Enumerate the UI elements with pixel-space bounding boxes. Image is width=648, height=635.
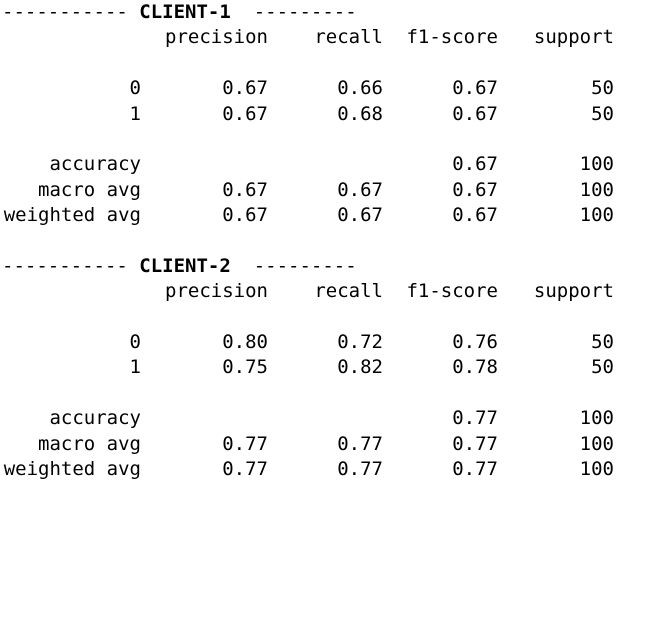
- client-1-header-row: precision recall f1-score support: [2, 25, 648, 50]
- client-2-accuracy-row: accuracy 0.77 100: [2, 406, 648, 431]
- weighted-avg-f1: 0.77: [452, 458, 498, 481]
- client-1-row-class-0: 0 0.67 0.66 0.67 50: [2, 76, 648, 101]
- row-recall: 0.72: [337, 331, 383, 354]
- row-f1: 0.76: [452, 331, 498, 354]
- macro-avg-label: macro avg: [38, 178, 141, 201]
- row-support: 50: [591, 102, 614, 125]
- client-1-accuracy-row: accuracy 0.67 100: [2, 152, 648, 177]
- macro-avg-precision: 0.67: [222, 178, 268, 201]
- accuracy-label: accuracy: [49, 153, 141, 176]
- row-recall: 0.68: [337, 102, 383, 125]
- accuracy-f1: 0.67: [452, 153, 498, 176]
- client-2-macro-avg-row: macro avg 0.77 0.77 0.77 100: [2, 432, 648, 457]
- client-1-banner-dashes-right: ---------: [253, 1, 357, 23]
- weighted-avg-f1: 0.67: [452, 204, 498, 227]
- client-1-banner-dashes-left: -----------: [2, 1, 128, 23]
- classification-report-output: ----------- CLIENT-1 --------- precision…: [2, 0, 648, 482]
- accuracy-f1: 0.77: [452, 407, 498, 430]
- weighted-avg-precision: 0.77: [222, 458, 268, 481]
- macro-avg-precision: 0.77: [222, 432, 268, 455]
- client-2-banner-dashes-right: ---------: [253, 254, 357, 277]
- accuracy-label: accuracy: [49, 407, 141, 430]
- row-label: 0: [129, 77, 141, 100]
- macro-avg-f1: 0.67: [452, 178, 498, 201]
- macro-avg-label: macro avg: [38, 432, 141, 455]
- header-f1-score: f1-score: [406, 280, 498, 303]
- header-precision: precision: [165, 280, 268, 303]
- weighted-avg-precision: 0.67: [222, 204, 268, 227]
- macro-avg-support: 100: [579, 432, 614, 455]
- row-precision: 0.75: [222, 356, 268, 379]
- header-f1-score: f1-score: [406, 26, 498, 49]
- client-2-weighted-avg-row: weighted avg 0.77 0.77 0.77 100: [2, 457, 648, 482]
- row-f1: 0.67: [452, 102, 498, 125]
- client-1-title: CLIENT-1: [139, 1, 231, 23]
- client-2-banner: ----------- CLIENT-2 ---------: [2, 254, 648, 279]
- row-recall: 0.66: [337, 77, 383, 100]
- header-recall: recall: [314, 280, 383, 303]
- client-2-banner-dashes-left: -----------: [2, 254, 128, 277]
- header-support: support: [533, 280, 614, 303]
- client-2-row-class-0: 0 0.80 0.72 0.76 50: [2, 330, 648, 355]
- macro-avg-recall: 0.67: [337, 178, 383, 201]
- client-1-row-class-1: 1 0.67 0.68 0.67 50: [2, 102, 648, 127]
- weighted-avg-support: 100: [579, 204, 614, 227]
- row-label: 1: [129, 356, 141, 379]
- row-f1: 0.78: [452, 356, 498, 379]
- macro-avg-support: 100: [579, 178, 614, 201]
- weighted-avg-label: weighted avg: [3, 458, 141, 481]
- row-label: 0: [129, 331, 141, 354]
- row-f1: 0.67: [452, 77, 498, 100]
- weighted-avg-recall: 0.67: [337, 204, 383, 227]
- row-precision: 0.80: [222, 331, 268, 354]
- header-recall: recall: [314, 26, 383, 49]
- client-1-macro-avg-row: macro avg 0.67 0.67 0.67 100: [2, 178, 648, 203]
- row-support: 50: [591, 77, 614, 100]
- accuracy-support: 100: [579, 153, 614, 176]
- weighted-avg-label: weighted avg: [3, 204, 141, 227]
- client-2-title: CLIENT-2: [139, 254, 231, 277]
- header-support: support: [533, 26, 614, 49]
- macro-avg-recall: 0.77: [337, 432, 383, 455]
- row-precision: 0.67: [222, 77, 268, 100]
- row-label: 1: [129, 102, 141, 125]
- client-1-weighted-avg-row: weighted avg 0.67 0.67 0.67 100: [2, 203, 648, 228]
- weighted-avg-recall: 0.77: [337, 458, 383, 481]
- accuracy-support: 100: [579, 407, 614, 430]
- header-precision: precision: [165, 26, 268, 49]
- client-2-header-row: precision recall f1-score support: [2, 279, 648, 304]
- client-2-row-class-1: 1 0.75 0.82 0.78 50: [2, 355, 648, 380]
- weighted-avg-support: 100: [579, 458, 614, 481]
- row-support: 50: [591, 356, 614, 379]
- row-recall: 0.82: [337, 356, 383, 379]
- row-support: 50: [591, 331, 614, 354]
- row-precision: 0.67: [222, 102, 268, 125]
- client-1-banner: ----------- CLIENT-1 ---------: [2, 0, 648, 25]
- macro-avg-f1: 0.77: [452, 432, 498, 455]
